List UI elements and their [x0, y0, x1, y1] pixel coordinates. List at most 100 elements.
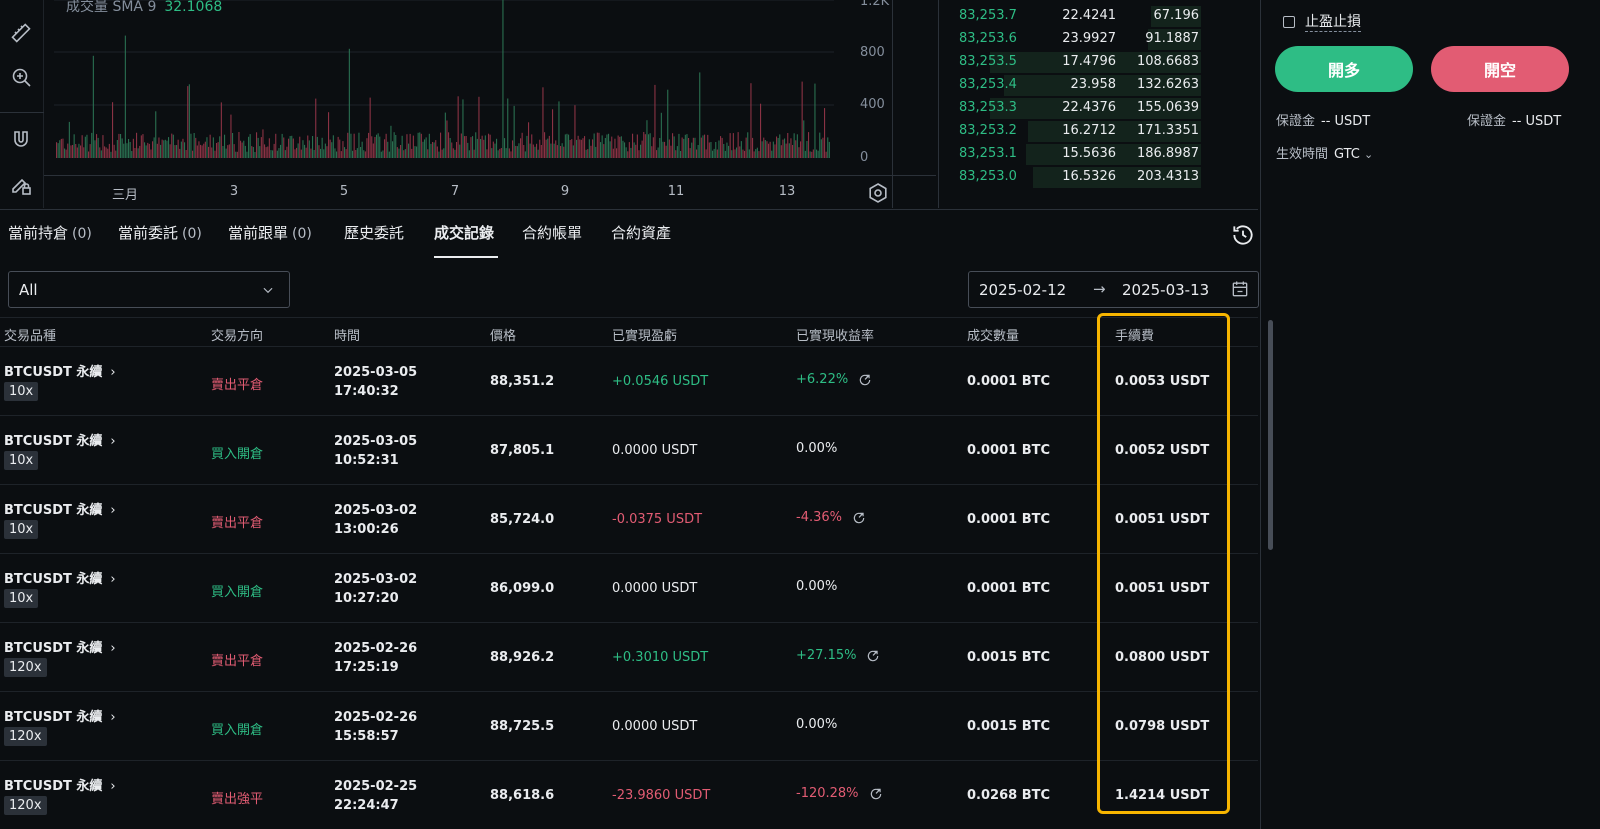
volume-bar — [193, 133, 195, 158]
tab-positions[interactable]: 當前持倉 (0) — [8, 222, 92, 243]
tab-order-history[interactable]: 歷史委託 — [344, 222, 404, 243]
tab-trade-history[interactable]: 成交記錄 — [434, 222, 494, 243]
x-tick: 7 — [450, 184, 460, 199]
symbol-filter-select[interactable]: All — [8, 271, 290, 308]
volume-bar — [65, 149, 67, 158]
volume-bar — [812, 149, 814, 158]
bottom-tabs: 當前持倉 (0) 當前委託 (0) 當前跟單 (0) 歷史委託 成交記錄 合約帳單 合… — [0, 210, 1258, 258]
short-margin: 保證金 -- USDT — [1467, 110, 1561, 129]
tab-contract-bills[interactable]: 合約帳單 — [522, 222, 582, 243]
volume-bar — [377, 133, 379, 158]
volume-bar — [552, 109, 554, 158]
calendar-icon[interactable] — [1230, 279, 1250, 299]
orderbook-row[interactable]: 83,253.4 23.958 132.6263 — [939, 74, 1261, 97]
zoom-in-icon[interactable] — [6, 62, 36, 92]
volume-bar — [281, 133, 283, 158]
volume-bar — [558, 101, 560, 158]
orderbook-row[interactable]: 83,253.1 15.5636 186.8987 — [939, 143, 1261, 166]
volume-bar — [68, 121, 70, 158]
share-icon[interactable] — [869, 787, 883, 801]
volume-bar — [798, 147, 800, 158]
volume-bar — [548, 135, 550, 158]
date-to[interactable]: 2025-03-13 — [1122, 281, 1209, 299]
chart-settings-icon[interactable] — [866, 181, 890, 205]
volume-bar — [408, 143, 410, 158]
volume-bar — [734, 149, 736, 158]
table-row[interactable]: BTCUSDT 永續 › 10x 賣出平倉 2025-03-05 17:40:32 88,3… — [0, 346, 1258, 416]
table-row[interactable]: BTCUSDT 永續 › 120x 買入開倉 2025-02-26 15:58:57 88,… — [0, 691, 1258, 761]
tab-open-orders[interactable]: 當前委託 (0) — [118, 222, 202, 243]
volume-bar — [616, 148, 618, 158]
tpsl-checkbox[interactable] — [1283, 15, 1295, 28]
open-short-button[interactable]: 開空 — [1431, 46, 1569, 92]
magnet-icon[interactable] — [6, 125, 36, 155]
volume-bar — [305, 147, 307, 158]
tpsl-toggle[interactable]: 止盈止損 — [1283, 11, 1361, 32]
symbol-link[interactable]: BTCUSDT 永續 › — [4, 361, 116, 380]
date-from[interactable]: 2025-02-12 — [979, 281, 1066, 299]
volume-bar — [414, 146, 416, 158]
table-row[interactable]: BTCUSDT 永續 › 120x 賣出平倉 2025-02-26 17:25:19 88,… — [0, 622, 1258, 692]
table-scrollbar[interactable] — [1268, 320, 1273, 550]
volume-bar — [574, 105, 576, 158]
volume-bar — [684, 134, 686, 158]
x-tick: 三月 — [111, 188, 139, 203]
share-icon[interactable] — [852, 511, 866, 525]
tab-contract-assets[interactable]: 合約資產 — [611, 222, 671, 243]
volume-bar — [120, 134, 122, 158]
volume-bar — [366, 138, 368, 158]
volume-bar — [364, 151, 366, 158]
leverage-badge: 10x — [4, 589, 39, 608]
share-icon[interactable] — [866, 649, 880, 663]
volume-bar — [673, 136, 675, 158]
volume-bar — [755, 149, 757, 158]
orderbook-row[interactable]: 83,253.7 22.4241 67.196 — [939, 5, 1261, 28]
volume-bar — [56, 142, 58, 158]
volume-bar — [209, 134, 211, 158]
orderbook-row[interactable]: 83,253.5 17.4796 108.6683 — [939, 51, 1261, 74]
volume-bar — [819, 132, 821, 158]
volume-bar — [404, 149, 406, 158]
volume-bar — [793, 133, 795, 158]
y-tick: 0 — [860, 150, 869, 165]
symbol-link[interactable]: BTCUSDT 永續 › — [4, 499, 116, 518]
orderbook-row[interactable]: 83,253.2 16.2712 171.3351 — [939, 120, 1261, 143]
volume-bar — [531, 134, 533, 158]
trade-time: 2025-03-02 13:00:26 — [334, 503, 418, 537]
history-clock-icon[interactable] — [1230, 222, 1256, 248]
volume-bar — [342, 141, 344, 158]
volume-bar — [296, 147, 298, 158]
open-long-button[interactable]: 開多 — [1275, 46, 1413, 92]
volume-bar — [241, 142, 243, 158]
tab-copy-orders[interactable]: 當前跟單 (0) — [228, 222, 312, 243]
volume-bar — [321, 137, 323, 158]
time-in-force-select[interactable]: 生效時間 GTC ⌄ — [1276, 143, 1373, 162]
ruler-icon[interactable] — [6, 18, 36, 48]
volume-bar — [184, 142, 186, 158]
orderbook-row[interactable]: 83,253.0 16.5326 203.4313 — [939, 166, 1261, 189]
volume-bar — [368, 132, 370, 158]
symbol-link[interactable]: BTCUSDT 永續 › — [4, 775, 116, 794]
symbol-link[interactable]: BTCUSDT 永續 › — [4, 430, 116, 449]
col-symbol: 交易品種 — [4, 329, 57, 344]
volume-bar — [800, 141, 802, 158]
trade-side: 賣出強平 — [211, 792, 264, 807]
table-row[interactable]: BTCUSDT 永續 › 10x 買入開倉 2025-03-02 10:27:20 86,0… — [0, 553, 1258, 623]
lock-drawing-icon[interactable] — [6, 170, 36, 200]
volume-bar — [590, 145, 592, 158]
symbol-link[interactable]: BTCUSDT 永續 › — [4, 568, 116, 587]
orderbook-row[interactable]: 83,253.6 23.9927 91.1887 — [939, 28, 1261, 51]
symbol-link[interactable]: BTCUSDT 永續 › — [4, 706, 116, 725]
orderbook-size: 23.9927 — [1062, 31, 1116, 46]
table-row[interactable]: BTCUSDT 永續 › 120x 賣出強平 2025-02-25 22:24:47 88,… — [0, 760, 1258, 829]
table-row[interactable]: BTCUSDT 永續 › 10x 賣出平倉 2025-03-02 13:00:26 85,7… — [0, 484, 1258, 554]
share-icon[interactable] — [858, 373, 872, 387]
trade-time: 2025-03-05 17:40:32 — [334, 365, 418, 399]
realized-roi: 0.00% — [796, 717, 838, 732]
orderbook-row[interactable]: 83,253.3 22.4376 155.0639 — [939, 97, 1261, 120]
symbol-link[interactable]: BTCUSDT 永續 › — [4, 637, 116, 656]
date-range-picker[interactable]: 2025-02-12 → 2025-03-13 — [968, 271, 1259, 308]
volume-bar — [334, 148, 336, 158]
table-row[interactable]: BTCUSDT 永續 › 10x 買入開倉 2025-03-05 10:52:31 87,8… — [0, 415, 1258, 485]
volume-bar — [820, 139, 822, 158]
